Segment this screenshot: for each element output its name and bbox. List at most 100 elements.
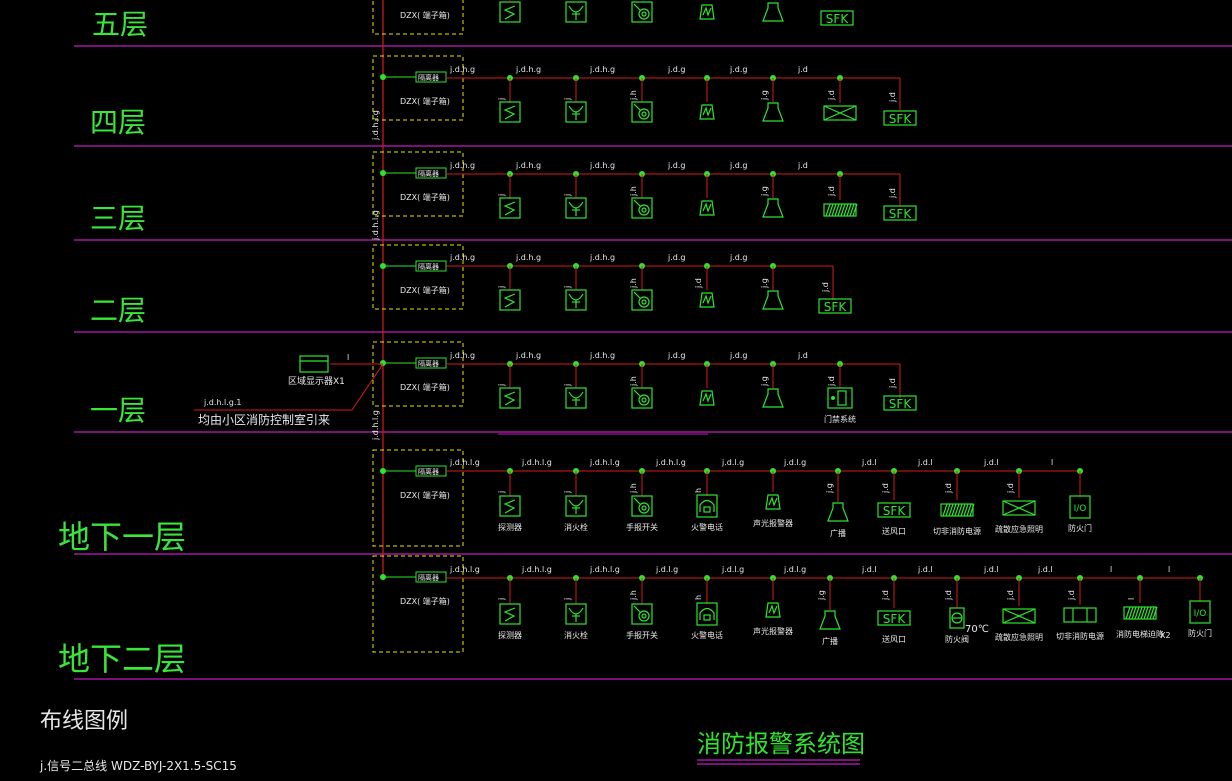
wire-code: j.d.l.g	[783, 458, 806, 467]
feed-code: j.d.h.l.g.1	[203, 398, 241, 407]
junction-dot	[380, 360, 386, 366]
frame	[819, 610, 841, 630]
stroke	[641, 505, 647, 511]
stroke	[503, 5, 516, 20]
junction-dot	[380, 263, 386, 269]
manual-icon	[631, 289, 653, 311]
legend-title: 布线图例	[40, 709, 128, 734]
wire-code: j.d	[797, 65, 808, 74]
broadcast-icon	[762, 2, 784, 22]
wire-code: j.d.l	[983, 565, 999, 574]
sfk-text: SFK	[889, 397, 913, 411]
stroke	[702, 294, 712, 305]
device-name: 消火栓	[564, 522, 588, 532]
terminal-box-label: DZX( 端子箱)	[400, 285, 450, 295]
stroke	[503, 201, 516, 216]
sfk-icon: SFK	[818, 298, 852, 314]
sfk-icon: SFK	[820, 10, 854, 26]
wire-code: j.d.h.l.g	[521, 458, 552, 467]
valve-temp: 70℃	[965, 624, 989, 635]
stroke	[638, 204, 650, 216]
wire-code: j.d.l	[861, 458, 877, 467]
detector-icon	[499, 603, 521, 625]
branch-code: j	[563, 98, 572, 101]
hatch-icon	[823, 203, 858, 217]
io-text: I/O	[1074, 504, 1087, 514]
wire-code: j.d.h.g	[515, 253, 541, 262]
detector-icon	[499, 197, 521, 219]
device-name: 切非消防电源	[1056, 631, 1104, 641]
branch-code: j.d	[1006, 483, 1015, 494]
branch-code: j	[563, 194, 572, 197]
device-name: 门禁系统	[824, 414, 856, 424]
alarm-icon	[699, 200, 715, 216]
branch-code: j.d	[881, 590, 890, 601]
branch-code: j.d	[827, 376, 836, 387]
stroke	[1002, 500, 1036, 516]
display-wire-code: l	[347, 353, 349, 362]
riser-label: j.d.h.l.g	[371, 110, 380, 141]
broadcast-icon	[762, 198, 784, 218]
sfk-text: SFK	[889, 207, 913, 221]
sfk-icon: SFK	[883, 395, 917, 411]
floor-label: 五层	[92, 8, 148, 41]
broadcast-icon	[762, 388, 784, 408]
branch-code: j.d	[821, 282, 830, 293]
hydrant-icon	[565, 1, 587, 23]
sfk-text: SFK	[826, 12, 850, 26]
stroke	[633, 291, 641, 299]
branch-code: j.d	[944, 590, 953, 601]
xbox-icon	[1002, 500, 1036, 516]
device-name: 送风口	[882, 634, 906, 644]
sfk-icon: SFK	[883, 110, 917, 126]
wire-code: j.d.h.l.g	[655, 458, 686, 467]
branch-code: j	[563, 598, 572, 601]
stroke	[633, 605, 641, 613]
floor-label: 一层	[90, 394, 146, 427]
stroke	[641, 207, 647, 213]
stroke	[768, 604, 778, 615]
device-name: 防火门	[1068, 523, 1092, 533]
branch-code: j.h	[629, 376, 638, 387]
floor-label: 四层	[90, 106, 146, 139]
wire-code: l	[1110, 565, 1112, 574]
diagram-title: 消防报警系统图	[697, 730, 865, 758]
isolator-label: 隔离器	[418, 359, 439, 368]
branch-code: j	[497, 598, 506, 601]
stroke	[699, 607, 715, 620]
hydrant-icon	[565, 603, 587, 625]
stroke	[633, 497, 641, 505]
io-icon: I/O	[1069, 495, 1091, 519]
sfk-text: SFK	[883, 504, 907, 518]
stroke	[703, 614, 711, 621]
terminal-box-label: DZX( 端子箱)	[400, 596, 450, 606]
device-name: 火警电话	[691, 630, 723, 640]
device-name: 火警电话	[691, 522, 723, 532]
branch-code: h	[694, 595, 703, 600]
branch-code: j.d	[888, 378, 897, 389]
wire-code: j.d.h.g	[515, 351, 541, 360]
wire-code: j.d.h.l.g	[589, 458, 620, 467]
stroke	[638, 394, 650, 406]
branch-code: j.d	[694, 278, 703, 289]
stroke	[702, 6, 712, 17]
branch-code: h	[694, 488, 703, 493]
device-name: 探测器	[498, 630, 522, 640]
branch-code: j.g	[760, 186, 769, 197]
branch-code: j.h	[629, 90, 638, 101]
device-name: 切非消防电源	[933, 526, 981, 536]
branch-code: j.d	[1067, 590, 1076, 601]
stroke	[568, 293, 584, 301]
alarm-icon	[699, 104, 715, 120]
detector-icon	[499, 289, 521, 311]
device-name: 送风口	[882, 526, 906, 536]
stroke	[503, 391, 516, 406]
branch-code: j.g	[817, 590, 826, 601]
device-name: 消火栓	[564, 630, 588, 640]
frame	[762, 102, 784, 122]
wire-code: j.d.h.g	[449, 351, 475, 360]
frame	[762, 290, 784, 310]
floor-label: 三层	[90, 202, 146, 235]
broadcast-icon	[762, 102, 784, 122]
stroke	[568, 391, 584, 399]
